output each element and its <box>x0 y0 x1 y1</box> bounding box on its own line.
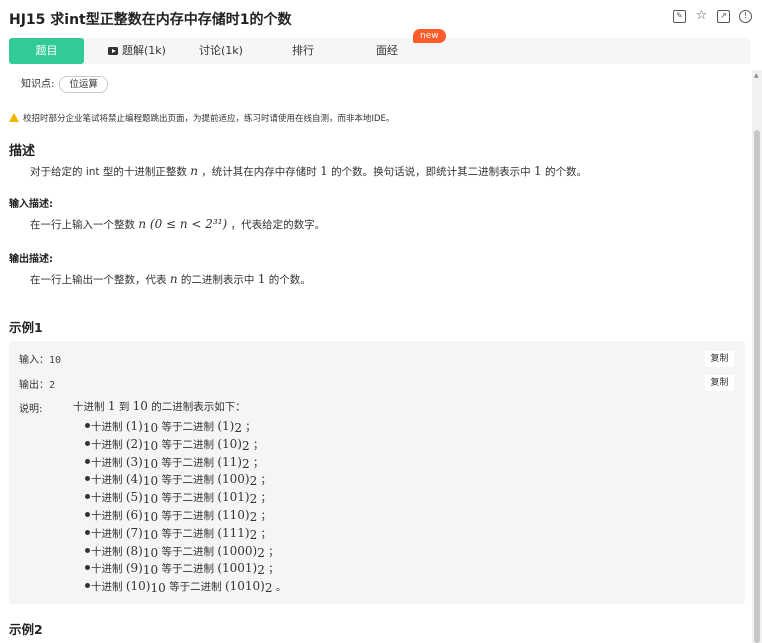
explain-row: 十进制 (1)10 等于二进制 (1)2 ； <box>85 417 256 435</box>
explain-row: 十进制 (8)10 等于二进制 (1000)2 ； <box>85 542 279 560</box>
warning-notice: 校招时部分企业笔试将禁止编程题跳出页面，为提前适应，练习时请使用在线自测，而非本… <box>9 112 394 124</box>
bullet-dot <box>85 476 90 482</box>
scrollbar-thumb[interactable] <box>754 130 760 643</box>
output-desc-text: 在一行上输出一个整数，代表 n 的二进制表示中 1 的个数。 <box>30 272 311 286</box>
output-desc-heading: 输出描述: <box>9 254 53 265</box>
tab-problem[interactable]: 题目 <box>9 38 84 64</box>
example1-output-value: 2 <box>49 380 56 391</box>
bullet-dot <box>85 565 90 571</box>
tab-discussion-label: 讨论(1k) <box>199 44 243 57</box>
example1-input: 输入：10 <box>19 355 62 366</box>
bullet-dot <box>85 529 90 535</box>
example1-heading: 示例1 <box>9 320 43 335</box>
bullet-dot <box>85 440 90 446</box>
explain-label: 说明: <box>19 404 43 415</box>
copy-input-button[interactable]: 复制 <box>705 351 734 367</box>
explain-intro: 十进制 1 到 10 的二进制表示如下： <box>73 399 246 413</box>
explain-row: 十进制 (3)10 等于二进制 (11)2 ； <box>85 453 263 471</box>
tab-discussion[interactable]: 讨论(1k) <box>191 38 251 64</box>
scroll-up-arrow-icon[interactable]: ▲ <box>754 72 759 79</box>
explain-row: 十进制 (2)10 等于二进制 (10)2 ； <box>85 435 263 453</box>
explain-row: 十进制 (4)10 等于二进制 (100)2 ； <box>85 470 271 488</box>
example1-output: 输出：2 <box>19 380 56 391</box>
explain-row: 十进制 (9)10 等于二进制 (1001)2 ； <box>85 559 279 577</box>
explain-row: 十进制 (5)10 等于二进制 (101)2 ； <box>85 488 271 506</box>
tab-solutions-label: 题解(1k) <box>122 44 166 57</box>
example1-box: 输入：10 复制 输出：2 复制 说明: 十进制 1 到 10 的二进制表示如下… <box>9 341 745 604</box>
input-desc-heading: 输入描述: <box>9 199 53 210</box>
tab-solutions[interactable]: 题解(1k) <box>102 38 172 64</box>
bullet-dot <box>85 547 90 553</box>
warning-text: 校招时部分企业笔试将禁止编程题跳出页面，为提前适应，练习时请使用在线自测，而非本… <box>23 114 395 124</box>
new-badge: new <box>413 29 446 43</box>
tab-ranking[interactable]: 排行 <box>283 38 323 64</box>
bullet-dot <box>85 458 90 464</box>
bullet-dot <box>85 423 90 428</box>
info-icon[interactable]: ! <box>739 10 752 23</box>
warning-icon <box>9 113 19 122</box>
knowledge-label: 知识点: <box>21 79 55 90</box>
tab-interview[interactable]: 面经 <box>367 38 407 64</box>
tab-interview-label: 面经 <box>376 44 398 57</box>
explain-row: 十进制 (6)10 等于二进制 (110)2 ； <box>85 506 271 524</box>
share-icon[interactable]: ↗ <box>717 10 730 23</box>
problem-title: HJ15 求int型正整数在内存中存储时1的个数 <box>9 12 292 28</box>
input-desc-text: 在一行上输入一个整数 n (0 ≤ n < 2³¹) ，代表给定的数字。 <box>30 217 326 231</box>
edit-icon[interactable]: ✎ <box>673 10 686 23</box>
knowledge-points: 知识点: 位运算 <box>21 75 108 93</box>
bullet-dot <box>85 512 90 517</box>
video-icon <box>108 47 119 55</box>
bullet-dot <box>85 583 90 589</box>
explain-row: 十进制 (10)10 等于二进制 (1010)2 。 <box>85 577 286 595</box>
copy-output-button[interactable]: 复制 <box>705 375 734 391</box>
description-heading: 描述 <box>9 144 36 159</box>
example1-input-value: 10 <box>49 355 62 366</box>
knowledge-tag[interactable]: 位运算 <box>59 76 108 93</box>
bullet-dot <box>85 494 90 500</box>
tab-problem-label: 题目 <box>35 44 58 57</box>
header-toolbar: ✎ ☆ ↗ ! <box>673 9 752 23</box>
description-text: 对于给定的 int 型的十进制正整数 n ，统计其在内存中存储时 1 的个数。换… <box>30 164 587 178</box>
tab-bar: 题目 题解(1k) 讨论(1k) 排行 面经 <box>9 38 750 64</box>
tab-ranking-label: 排行 <box>292 44 314 57</box>
example2-heading: 示例2 <box>9 622 43 637</box>
star-icon[interactable]: ☆ <box>695 9 708 23</box>
explain-row: 十进制 (7)10 等于二进制 (111)2 ； <box>85 524 271 542</box>
